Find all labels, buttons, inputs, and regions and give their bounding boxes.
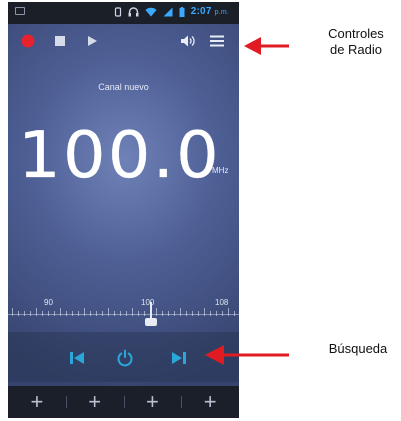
dial-tick <box>60 308 61 316</box>
record-icon <box>21 34 35 48</box>
dial-tick <box>216 311 217 316</box>
vibrate-icon <box>114 6 121 17</box>
dial-tick <box>162 311 163 316</box>
status-icons: 2:07 p.m. <box>114 6 229 17</box>
dial-tick <box>12 308 13 316</box>
play-icon <box>88 36 97 46</box>
station-name: Canal nuevo <box>98 82 149 92</box>
seek-forward-button[interactable] <box>170 349 188 367</box>
dial-tick <box>42 311 43 316</box>
dial-tick <box>90 311 91 316</box>
dial-tick <box>186 311 187 316</box>
stop-icon <box>55 36 65 46</box>
status-time: 2:07 p.m. <box>191 6 229 17</box>
dial-tick <box>30 311 31 316</box>
seek-back-button[interactable] <box>68 349 86 367</box>
dial-tick <box>204 308 205 316</box>
preset-add-button[interactable]: + <box>123 386 182 418</box>
play-button[interactable] <box>84 33 100 49</box>
dial-label-100: 100 <box>141 298 155 307</box>
dial-tick <box>54 311 55 316</box>
notification-icon <box>15 7 25 15</box>
dial-tick <box>36 308 37 316</box>
signal-icon <box>163 7 173 16</box>
dial-tick <box>78 311 79 316</box>
dial-tick <box>192 311 193 316</box>
menu-icon <box>210 35 224 47</box>
frequency-display: 100.0 MHz <box>8 118 239 194</box>
dial-tick <box>144 311 145 316</box>
frequency-value: 100.0 <box>18 119 221 193</box>
dial-tick <box>108 308 109 316</box>
dial-tick <box>114 311 115 316</box>
preset-add-button[interactable]: + <box>65 386 124 418</box>
dial-tick <box>180 308 181 316</box>
stop-button[interactable] <box>52 33 68 49</box>
dial-tick <box>132 308 133 316</box>
dial-tick <box>138 311 139 316</box>
preset-bar: + + + + <box>8 386 239 418</box>
status-bar: 2:07 p.m. <box>8 2 239 24</box>
dial-tick <box>72 311 73 316</box>
dial-tick <box>84 308 85 316</box>
dial-tick <box>66 311 67 316</box>
headset-icon <box>128 6 139 16</box>
frequency-unit: MHz <box>212 166 229 175</box>
dial-tick <box>234 311 235 316</box>
seek-caption: Búsqueda <box>328 341 388 356</box>
dial-label-108: 108 <box>215 298 229 307</box>
dial-tick <box>222 311 223 316</box>
speaker-button[interactable] <box>180 33 196 49</box>
power-icon <box>117 349 133 367</box>
dial-tick <box>102 311 103 316</box>
dial-tick <box>174 311 175 316</box>
tuning-handle[interactable] <box>145 318 157 326</box>
battery-icon <box>179 6 185 17</box>
dial-tick <box>18 311 19 316</box>
dial-tick <box>120 311 121 316</box>
record-button[interactable] <box>20 33 36 49</box>
seek-arrow <box>205 345 289 365</box>
power-button[interactable] <box>116 349 134 367</box>
radio-controls <box>8 24 239 58</box>
dial-tick <box>24 311 25 316</box>
dial-tick <box>156 308 157 316</box>
tuning-dial[interactable]: 90 100 108 <box>8 292 239 332</box>
speaker-icon <box>181 35 195 47</box>
radio-controls-arrow <box>244 37 289 55</box>
dial-tick <box>48 311 49 316</box>
preset-add-button[interactable]: + <box>8 386 66 418</box>
wifi-icon <box>145 7 157 16</box>
dial-tick <box>168 311 169 316</box>
dial-tick <box>126 311 127 316</box>
skip-previous-icon <box>70 352 84 364</box>
dial-label-90: 90 <box>44 298 53 307</box>
preset-add-button[interactable]: + <box>181 386 239 418</box>
time-ampm: p.m. <box>214 9 229 16</box>
menu-button[interactable] <box>209 33 225 49</box>
time-value: 2:07 <box>190 6 212 17</box>
dial-tick <box>96 311 97 316</box>
dial-tick <box>228 308 229 316</box>
dial-tick <box>198 311 199 316</box>
radio-controls-caption: Controles de Radio <box>328 26 384 57</box>
dial-tick <box>210 311 211 316</box>
skip-next-icon <box>172 352 186 364</box>
